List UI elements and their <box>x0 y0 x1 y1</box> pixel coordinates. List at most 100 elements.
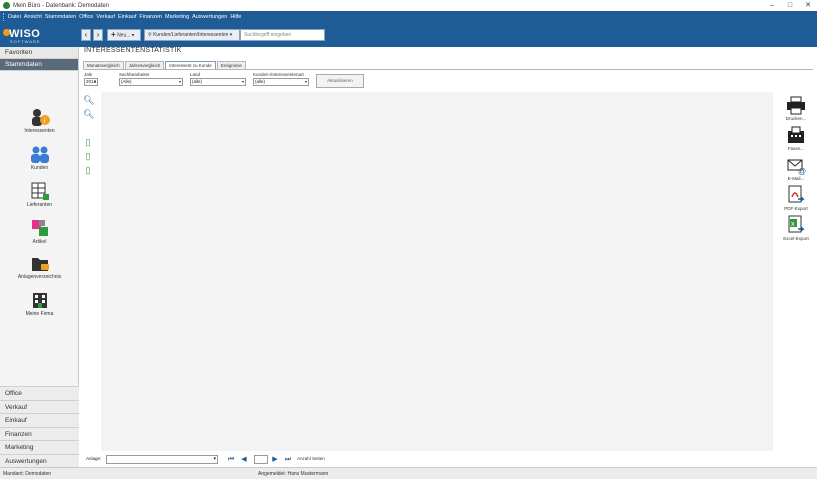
forward-button[interactable]: › <box>93 29 103 41</box>
menu-hilfe[interactable]: Hilfe <box>230 14 241 20</box>
last-page-icon[interactable]: ⏭ <box>283 454 293 465</box>
close-icon[interactable]: ✕ <box>799 0 817 11</box>
sidebar-item-lieferanten[interactable]: Lieferanten <box>0 181 79 208</box>
toolbar: WISO SOFTWARE ‹ › + Neu... ▾ ⚲ Kunden/Li… <box>0 23 817 47</box>
country-filter: Land (alle) ▾ <box>190 72 246 86</box>
plus-icon: + <box>111 30 116 39</box>
zoom-out-icon[interactable]: 🔍︎ <box>83 109 94 119</box>
sidebar-tab-stammdaten[interactable]: Stammdaten <box>0 59 78 71</box>
staff-select[interactable]: (Alle) ▾ <box>119 78 183 86</box>
year-select[interactable]: 2013 ▾ <box>84 78 98 86</box>
menu-marketing[interactable]: Marketing <box>165 14 189 20</box>
pager-bar: Anlage: ▾ ⏮ ◀ ▶ ⏭ Anzahl Seiten <box>86 454 806 465</box>
company-icon <box>30 290 50 310</box>
page-icon[interactable]: ▯ <box>83 137 93 147</box>
search-scope-dropdown[interactable]: ⚲ Kunden/Lieferanten/Interessenten ▾ <box>144 29 240 41</box>
next-page-icon[interactable]: ▶ <box>270 454 280 465</box>
fax-icon <box>786 125 806 145</box>
sidebar-tab-auswertungen[interactable]: Auswertungen <box>0 453 79 467</box>
sidebar-tab-office[interactable]: Office <box>0 386 79 400</box>
tab-ereignisse[interactable]: Ereignisse <box>216 61 246 69</box>
sidebar-item-artikel[interactable]: Artikel <box>0 218 79 245</box>
sidebar-item-label: Interessenten <box>24 128 55 134</box>
menu-stammdaten[interactable]: Stammdaten <box>45 14 76 20</box>
previous-page-icon[interactable]: ◀ <box>239 454 249 465</box>
chevron-down-icon: ▾ <box>93 79 96 84</box>
svg-text:x: x <box>791 221 795 228</box>
group-select[interactable]: (alle) ▾ <box>253 78 309 86</box>
tab-jahresvergleich[interactable]: Jahresvergleich <box>124 61 165 69</box>
excel-export-label: Excel-Export <box>783 236 809 241</box>
report-tabs: Monatsvergleich Jahresvergleich Interess… <box>83 61 247 69</box>
minimize-icon[interactable]: – <box>763 0 781 11</box>
menu-auswertungen[interactable]: Auswertungen <box>192 14 227 20</box>
menu-verkauf[interactable]: Verkauf <box>96 14 115 20</box>
menu-office[interactable]: Office <box>79 14 93 20</box>
menu-ansicht[interactable]: Ansicht <box>24 14 42 20</box>
email-icon: @ <box>786 155 806 176</box>
menu-einkauf[interactable]: Einkauf <box>118 14 136 20</box>
page-width-icon[interactable]: ▯ <box>83 151 93 161</box>
maximize-icon[interactable]: □ <box>781 0 799 11</box>
export-toolbar: Drucken... Faxen... @ E-Mail... PDF-Expo… <box>777 95 815 245</box>
full-page-icon[interactable]: ▯ <box>83 165 93 175</box>
attachment-label: Anlage: <box>86 456 102 461</box>
back-button[interactable]: ‹ <box>81 29 91 41</box>
sidebar-tab-favoriten[interactable]: Favoriten <box>0 47 78 59</box>
customers-icon <box>30 144 50 164</box>
window-title: Mein Büro - Datenbank: Demodaten <box>13 2 110 9</box>
excel-export-icon: x <box>786 215 806 235</box>
menu-finanzen[interactable]: Finanzen <box>139 14 162 20</box>
country-select[interactable]: (alle) ▾ <box>190 78 246 86</box>
year-label: Jahr <box>84 72 93 77</box>
sidebar-item-label: Meine Firma <box>25 311 54 317</box>
sidebar-tab-finanzen[interactable]: Finanzen <box>0 426 79 440</box>
staff-value: (Alle) <box>121 79 132 84</box>
search-icon: ⚲ <box>148 32 152 38</box>
first-page-icon[interactable]: ⏮ <box>226 454 236 465</box>
new-button[interactable]: + Neu... ▾ <box>107 29 141 41</box>
app-icon <box>3 2 10 9</box>
print-button[interactable]: Drucken... <box>777 95 815 121</box>
chevron-left-icon: ‹ <box>84 30 88 39</box>
sidebar-item-meine-firma[interactable]: Meine Firma <box>0 290 79 317</box>
report-preview-area[interactable] <box>101 92 773 451</box>
refresh-button[interactable]: Aktualisieren <box>316 74 364 88</box>
menu-datei[interactable]: Datei <box>8 14 21 20</box>
fax-label: Faxen... <box>787 146 805 151</box>
pdf-export-button[interactable]: PDF-Export <box>777 185 815 211</box>
menu-bar: Datei Ansicht Stammdaten Office Verkauf … <box>0 11 817 23</box>
menu-grip <box>3 13 5 21</box>
page-count-label: Anzahl Seiten <box>297 456 325 461</box>
sidebar-tab-marketing[interactable]: Marketing <box>0 440 79 454</box>
assets-icon <box>30 253 50 273</box>
fax-button[interactable]: Faxen... <box>777 125 815 151</box>
attachment-select[interactable]: ▾ <box>106 455 218 464</box>
group-filter: Kunden-/Interessentenart (alle) ▾ <box>253 72 309 86</box>
main-panel: INTERESSENTENSTATISTIK Monatsvergleich J… <box>80 47 817 467</box>
excel-export-button[interactable]: x Excel-Export <box>777 215 815 241</box>
wiso-logo: WISO SOFTWARE <box>3 25 43 45</box>
title-bar: Mein Büro - Datenbank: Demodaten – □ ✕ <box>0 0 817 11</box>
sidebar-item-interessenten[interactable]: i Interessenten <box>0 107 79 134</box>
sidebar-tab-verkauf[interactable]: Verkauf <box>0 399 79 413</box>
status-mandant: Mandant: Demodaten <box>3 471 52 477</box>
pdf-export-label: PDF-Export <box>784 206 808 211</box>
tab-monatsvergleich[interactable]: Monatsvergleich <box>83 61 124 69</box>
page-number-input[interactable] <box>254 455 268 464</box>
zoom-in-icon[interactable]: 🔍︎ <box>83 95 94 105</box>
email-label: E-Mail... <box>787 176 805 181</box>
sidebar-item-kunden[interactable]: Kunden <box>0 144 79 171</box>
tab-interessent-zu-kunde[interactable]: Interessent zu Kunde <box>165 61 216 69</box>
staff-filter: Sachbearbeiter (Alle) ▾ <box>119 72 183 86</box>
email-button[interactable]: @ E-Mail... <box>777 155 815 181</box>
status-bar: Mandant: Demodaten Angemeldet: Hans Must… <box>0 467 817 479</box>
new-button-label: Neu... <box>117 32 131 39</box>
sidebar-tab-einkauf[interactable]: Einkauf <box>0 413 79 427</box>
tab-divider <box>83 69 813 70</box>
sidebar-item-anlagenverzeichnis[interactable]: Anlagenverzeichnis <box>0 253 79 280</box>
status-user: Angemeldet: Hans Mustermann <box>258 471 329 477</box>
search-input[interactable]: Suchbegriff eingeben <box>240 29 325 41</box>
staff-label: Sachbearbeiter <box>119 72 150 77</box>
